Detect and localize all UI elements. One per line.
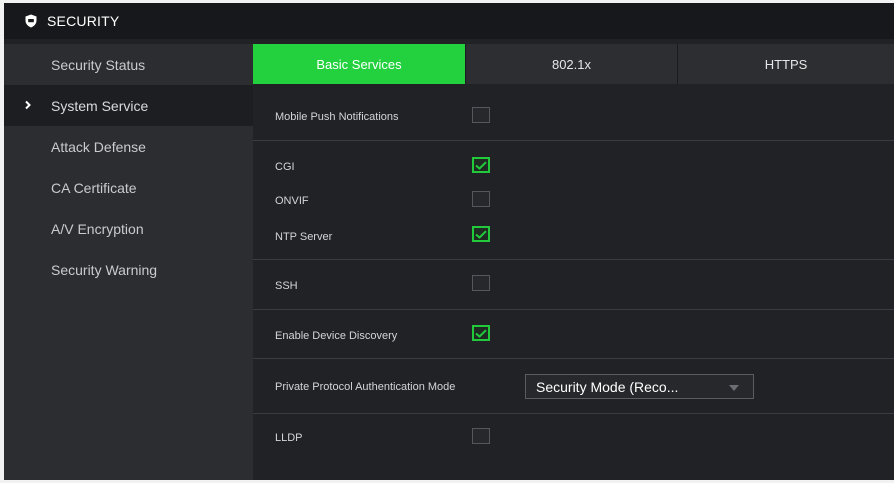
main-content: Basic Services 802.1x HTTPS Mobile Push …: [253, 44, 894, 480]
mobile-push-label: Mobile Push Notifications: [275, 111, 399, 123]
device-discovery-label: Enable Device Discovery: [275, 330, 398, 342]
device-discovery-checkbox[interactable]: [472, 325, 490, 341]
header-bar: SECURITY: [4, 3, 894, 39]
sidebar-item-ca-certificate[interactable]: CA Certificate: [4, 167, 253, 208]
sidebar-item-label: CA Certificate: [51, 179, 137, 196]
tab-basic-services[interactable]: Basic Services: [253, 44, 465, 84]
onvif-label: ONVIF: [275, 195, 309, 207]
checkmark-icon: [475, 328, 487, 338]
sidebar-item-label: Security Warning: [51, 261, 158, 278]
lldp-checkbox[interactable]: [472, 428, 490, 444]
divider: [253, 259, 894, 260]
sidebar-item-label: A/V Encryption: [51, 220, 144, 237]
ssh-checkbox[interactable]: [472, 275, 490, 291]
ntp-server-label: NTP Server: [275, 231, 333, 243]
tab-https[interactable]: HTTPS: [677, 44, 894, 84]
sidebar-item-attack-defense[interactable]: Attack Defense: [4, 126, 253, 167]
checkmark-icon: [475, 229, 487, 239]
tab-802-1x[interactable]: 802.1x: [465, 44, 677, 84]
shield-icon: [25, 14, 37, 28]
divider: [253, 140, 894, 141]
chevron-right-icon: [23, 98, 33, 112]
sidebar-item-security-warning[interactable]: Security Warning: [4, 249, 253, 290]
chevron-down-icon: [729, 385, 739, 391]
sidebar-item-system-service[interactable]: System Service: [4, 85, 253, 126]
cgi-label: CGI: [275, 161, 295, 173]
tab-bar: Basic Services 802.1x HTTPS: [253, 44, 894, 84]
auth-mode-value: Security Mode (Reco...: [536, 378, 679, 395]
sidebar-item-av-encryption[interactable]: A/V Encryption: [4, 208, 253, 249]
lldp-label: LLDP: [275, 432, 303, 444]
divider: [253, 358, 894, 359]
sidebar-item-security-status[interactable]: Security Status: [4, 44, 253, 85]
ntp-server-checkbox[interactable]: [472, 226, 490, 242]
auth-mode-label: Private Protocol Authentication Mode: [275, 381, 456, 393]
sidebar: Security Status System Service Attack De…: [4, 44, 253, 480]
cgi-checkbox[interactable]: [472, 157, 490, 173]
page-title: SECURITY: [47, 13, 120, 29]
sidebar-item-label: Attack Defense: [51, 138, 146, 155]
onvif-checkbox[interactable]: [472, 191, 490, 207]
auth-mode-select[interactable]: Security Mode (Reco...: [525, 374, 754, 399]
divider: [253, 309, 894, 310]
divider: [253, 413, 894, 414]
checkmark-icon: [475, 160, 487, 170]
sidebar-item-label: System Service: [51, 97, 149, 114]
mobile-push-checkbox[interactable]: [472, 107, 490, 123]
ssh-label: SSH: [275, 280, 298, 292]
app-window: SECURITY Security Status System Service …: [4, 3, 894, 480]
sidebar-item-label: Security Status: [51, 56, 146, 73]
